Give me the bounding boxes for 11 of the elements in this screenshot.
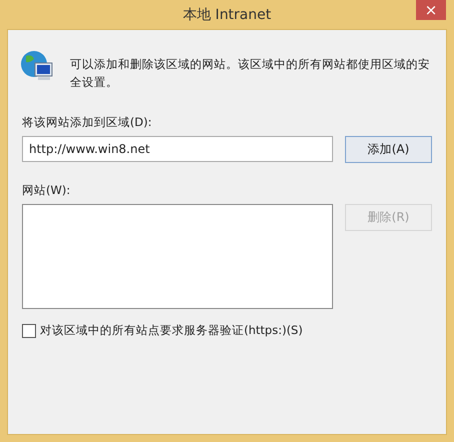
checkbox[interactable] [22,324,36,338]
globe-computer-icon [20,50,54,82]
url-field[interactable]: http://www.win8.net [22,136,333,162]
description-text: 可以添加和删除该区域的网站。该区域中的所有网站都使用区域的安全设置。 [70,56,430,91]
window-title: 本地 Intranet [182,6,272,24]
checkbox-label[interactable]: 对该区域中的所有站点要求服务器验证(https:)(S) [40,323,303,338]
field-label: 将该网站添加到区域(D): [22,115,153,130]
add-button[interactable]: 添加(A) [345,136,432,163]
websites-list[interactable] [22,204,333,309]
close-button[interactable]: × [416,0,446,20]
list-label: 网站(W): [22,183,72,198]
